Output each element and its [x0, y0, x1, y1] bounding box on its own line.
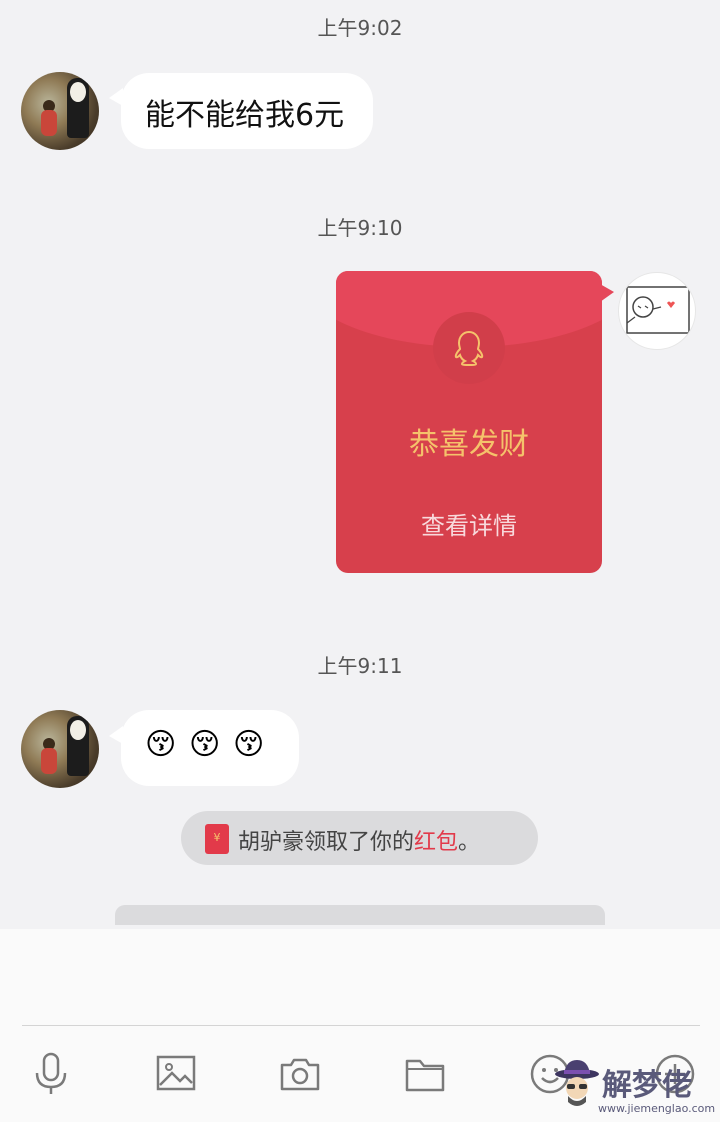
timestamp: 上午9:10: [317, 216, 403, 240]
timestamp: 上午9:11: [317, 654, 403, 678]
qq-penguin-icon: [433, 312, 505, 384]
red-packet-claimed-notice: ¥ 胡驴豪领取了你的红包。: [181, 811, 538, 865]
watermark-name: 解梦佬: [602, 1068, 692, 1103]
red-packet-link[interactable]: 红包: [414, 830, 458, 855]
watermark-url: www.jiemenglao.com: [598, 1102, 716, 1115]
red-packet-title: 恭喜发财: [409, 427, 529, 462]
folder-icon[interactable]: [400, 1049, 450, 1099]
image-icon[interactable]: [151, 1049, 201, 1099]
detective-logo-icon: [555, 1060, 599, 1106]
my-avatar[interactable]: [618, 272, 696, 350]
microphone-icon[interactable]: [26, 1049, 76, 1099]
kissing-face-emoji: 😚: [233, 727, 265, 762]
red-packet-details-link[interactable]: 查看详情: [336, 506, 602, 541]
timestamp: 上午9:02: [317, 16, 403, 40]
contact-avatar[interactable]: [21, 72, 99, 150]
text-input-underline[interactable]: [22, 1025, 700, 1026]
red-packet-card[interactable]: 恭喜发财 查看详情: [336, 271, 602, 573]
camera-icon[interactable]: [275, 1049, 325, 1099]
bubble-tail: [600, 284, 614, 302]
kissing-face-emoji: 😚: [145, 727, 177, 762]
site-watermark: 解梦佬 www.jiemenglao.com: [552, 1054, 720, 1122]
notice-text: 胡驴豪领取了你的: [238, 830, 415, 855]
message-text: 能不能给我6元: [145, 98, 345, 133]
partial-notice: [115, 905, 605, 925]
incoming-message-bubble[interactable]: 能不能给我6元: [121, 73, 373, 149]
kissing-face-emoji: 😚: [189, 727, 221, 762]
incoming-emoji-bubble[interactable]: 😚 😚 😚: [121, 710, 299, 786]
contact-avatar[interactable]: [21, 710, 99, 788]
red-packet-icon: ¥: [205, 824, 229, 854]
